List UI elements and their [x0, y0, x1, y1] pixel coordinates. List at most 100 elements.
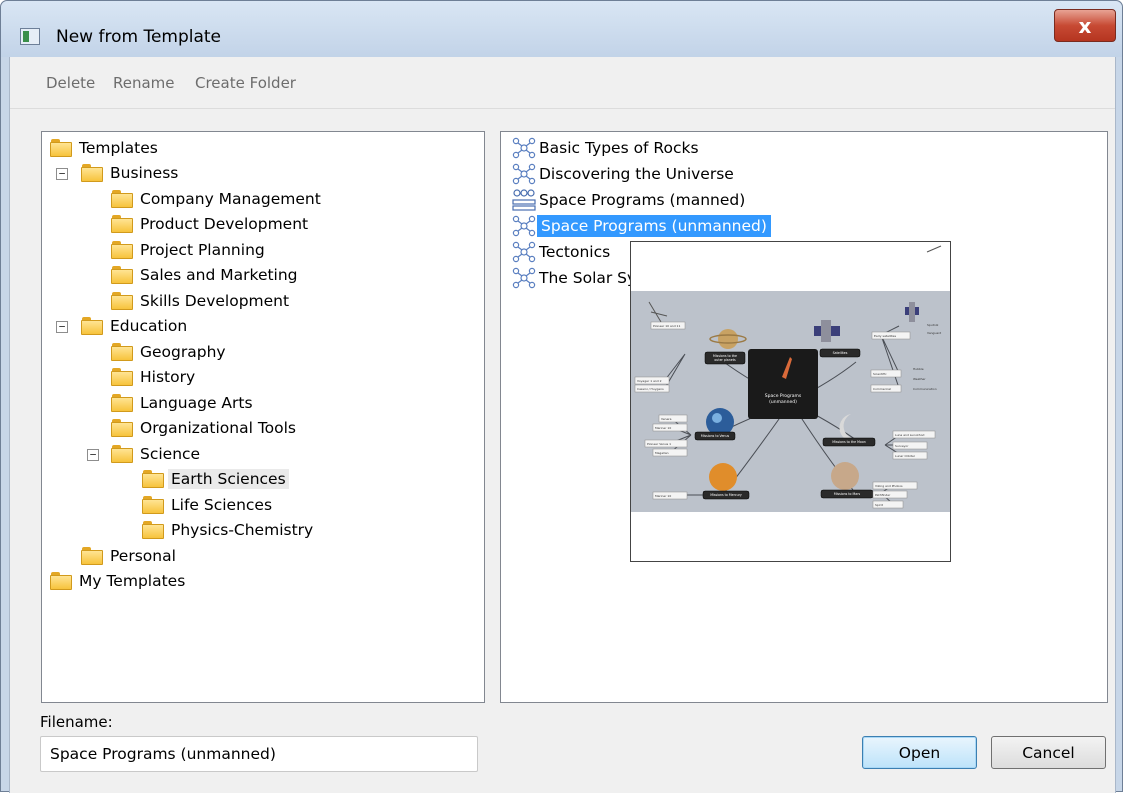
close-icon: x [1078, 13, 1092, 38]
sub-vanguard: Vanguard [927, 331, 941, 335]
sub-communication: Communication [913, 387, 937, 391]
central-topic-line1: Space Programs [765, 393, 802, 399]
sub-viking: Viking and Phobos [875, 484, 903, 488]
template-item-label: The Solar Sy [539, 269, 637, 287]
sub-surveyor: Surveyor [895, 444, 909, 448]
tree-item-history[interactable]: History [111, 365, 195, 389]
delete-button[interactable]: Delete [46, 74, 95, 92]
collapse-icon[interactable]: − [56, 321, 68, 333]
tree-item-templates[interactable]: Templates [50, 136, 158, 160]
folder-icon [111, 241, 133, 259]
tree-item-label: Product Development [140, 215, 309, 233]
tree-item-label: History [140, 368, 196, 386]
tree-item-label: Personal [110, 547, 176, 565]
sub-commercial: Commercial [873, 387, 891, 391]
dialog-client-area: Delete Rename Create Folder Templates − … [9, 57, 1116, 793]
sub-mariner-venus: Mariner 10 [655, 426, 671, 430]
collapse-icon[interactable]: − [87, 449, 99, 461]
tree-item-business[interactable]: Business [81, 161, 178, 185]
tree-item-education[interactable]: Education [81, 314, 187, 338]
sub-magellan: Magellan [655, 451, 669, 455]
folder-icon [111, 215, 133, 233]
folder-icon [111, 343, 133, 361]
sub-spirit: Spirit [875, 503, 884, 507]
topic-venus: Missions to Venus [701, 434, 730, 438]
sub-venera: Venera [661, 417, 672, 421]
tree-item-language-arts[interactable]: Language Arts [111, 391, 253, 415]
template-item-discovering-the-universe[interactable]: Discovering the Universe [511, 162, 734, 186]
tree-item-label: Sales and Marketing [140, 266, 298, 284]
folder-icon [142, 470, 164, 488]
template-item-label: Space Programs (manned) [539, 191, 746, 209]
collapse-icon[interactable]: − [56, 168, 68, 180]
tree-item-label: Science [140, 445, 201, 463]
sub-lunar-orbiter: Lunar Orbiter [895, 454, 916, 458]
tree-item-personal[interactable]: Personal [81, 544, 176, 568]
sub-scientific: Scientific [873, 372, 887, 376]
tree-item-label: Earth Sciences [168, 469, 289, 489]
tree-item-label: Language Arts [140, 394, 253, 412]
template-item-the-solar-system[interactable]: The Solar Sy [511, 266, 636, 290]
tree-item-label: Templates [79, 139, 158, 157]
window-title: New from Template [56, 27, 222, 47]
tree-item-label: Geography [140, 343, 226, 361]
mind-map-icon [512, 137, 536, 159]
template-item-space-programs-manned[interactable]: Space Programs (manned) [511, 188, 745, 212]
tree-item-project-planning[interactable]: Project Planning [111, 238, 265, 262]
tree-item-label: My Templates [79, 572, 186, 590]
tree-item-label: Life Sciences [171, 496, 273, 514]
folder-icon [81, 547, 103, 565]
tree-item-skills-development[interactable]: Skills Development [111, 289, 289, 313]
folder-icon [81, 164, 103, 182]
close-button[interactable]: x [1054, 9, 1116, 42]
template-item-tectonics[interactable]: Tectonics [511, 240, 610, 264]
tree-item-label: Skills Development [140, 292, 290, 310]
app-icon [20, 28, 40, 45]
tree-item-physics-chemistry[interactable]: Physics-Chemistry [142, 518, 313, 542]
folder-icon [142, 521, 164, 539]
tree-item-label: Education [110, 317, 188, 335]
mind-map-icon [512, 267, 536, 289]
tree-item-my-templates[interactable]: My Templates [50, 569, 185, 593]
sub-luna: Luna and Lunokhod [895, 433, 925, 437]
template-folder-tree[interactable]: Templates − Business Company Management … [41, 131, 485, 703]
tree-item-science[interactable]: Science [111, 442, 200, 466]
template-item-space-programs-unmanned[interactable]: Space Programs (unmanned) [511, 214, 771, 238]
template-item-basic-types-of-rocks[interactable]: Basic Types of Rocks [511, 136, 699, 160]
sub-mariner-mercury: Mariner 10 [655, 494, 671, 498]
title-bar[interactable]: New from Template x [1, 1, 1122, 57]
sub-sputnik: Sputnik [927, 323, 939, 327]
open-button[interactable]: Open [862, 736, 977, 769]
sub-pioneer: Pioneer 10 and 11 [653, 324, 680, 328]
folder-icon [142, 496, 164, 514]
folder-icon [111, 419, 133, 437]
template-preview: Space Programs (unmanned) Missions to th… [630, 241, 951, 562]
toolbar: Delete Rename Create Folder [10, 57, 1115, 109]
tree-item-sales-and-marketing[interactable]: Sales and Marketing [111, 263, 298, 287]
tree-item-organizational-tools[interactable]: Organizational Tools [111, 416, 296, 440]
filename-input[interactable] [40, 736, 478, 772]
tree-item-earth-sciences[interactable]: Earth Sciences [142, 467, 289, 491]
rename-button[interactable]: Rename [113, 74, 175, 92]
tree-item-label: Company Management [140, 190, 321, 208]
tree-item-company-management[interactable]: Company Management [111, 187, 321, 211]
template-item-label: Tectonics [539, 243, 611, 261]
tree-item-label: Project Planning [140, 241, 265, 259]
filename-label: Filename: [40, 713, 113, 731]
folder-icon [111, 445, 133, 463]
folder-icon [111, 394, 133, 412]
folder-icon [111, 368, 133, 386]
sub-cassini: Cassini / Huygens [637, 387, 664, 391]
tree-item-product-development[interactable]: Product Development [111, 212, 308, 236]
tree-item-geography[interactable]: Geography [111, 340, 226, 364]
new-from-template-dialog: New from Template x Delete Rename Create… [0, 0, 1123, 793]
topic-satellites: Satellites [833, 351, 848, 355]
topic-mars: Missions to Mars [834, 492, 861, 496]
sub-pathfinder: Pathfinder [875, 493, 891, 497]
tree-item-life-sciences[interactable]: Life Sciences [142, 493, 272, 517]
mind-map-icon [512, 241, 536, 263]
cancel-button[interactable]: Cancel [991, 736, 1106, 769]
mind-map-icon [512, 163, 536, 185]
create-folder-button[interactable]: Create Folder [195, 74, 296, 92]
topic-outer-planets-line2: outer planets [714, 358, 736, 362]
